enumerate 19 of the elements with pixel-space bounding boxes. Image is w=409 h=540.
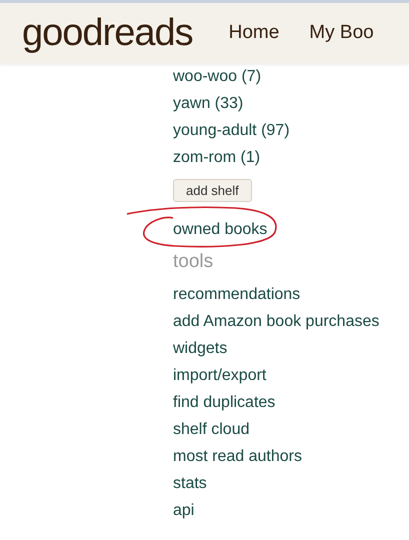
- logo[interactable]: goodreads: [22, 12, 193, 54]
- tool-link[interactable]: api: [173, 497, 194, 524]
- tool-link[interactable]: recommendations: [173, 281, 300, 308]
- shelf-link[interactable]: young-adult (97): [173, 117, 290, 144]
- section-heading: tools: [173, 250, 214, 274]
- nav-link[interactable]: Home: [228, 22, 280, 44]
- add-shelf-button[interactable]: add shelf: [173, 179, 252, 202]
- tool-link[interactable]: shelf cloud: [173, 416, 250, 443]
- tool-link[interactable]: widgets: [173, 335, 228, 362]
- shelf-link[interactable]: yawn (33): [173, 90, 244, 117]
- tool-link[interactable]: add Amazon book purchases: [173, 308, 380, 335]
- tool-link[interactable]: most read authors: [173, 443, 302, 470]
- tool-link[interactable]: find duplicates: [173, 389, 276, 416]
- nav-link[interactable]: My Boo: [309, 22, 374, 44]
- tool-link[interactable]: import/export: [173, 362, 266, 389]
- shelf-link[interactable]: zom-rom (1): [173, 144, 260, 171]
- owned-books-link[interactable]: owned books: [173, 221, 268, 238]
- tool-link[interactable]: stats: [173, 470, 207, 497]
- shelf-link[interactable]: woo-woo (7): [173, 63, 262, 90]
